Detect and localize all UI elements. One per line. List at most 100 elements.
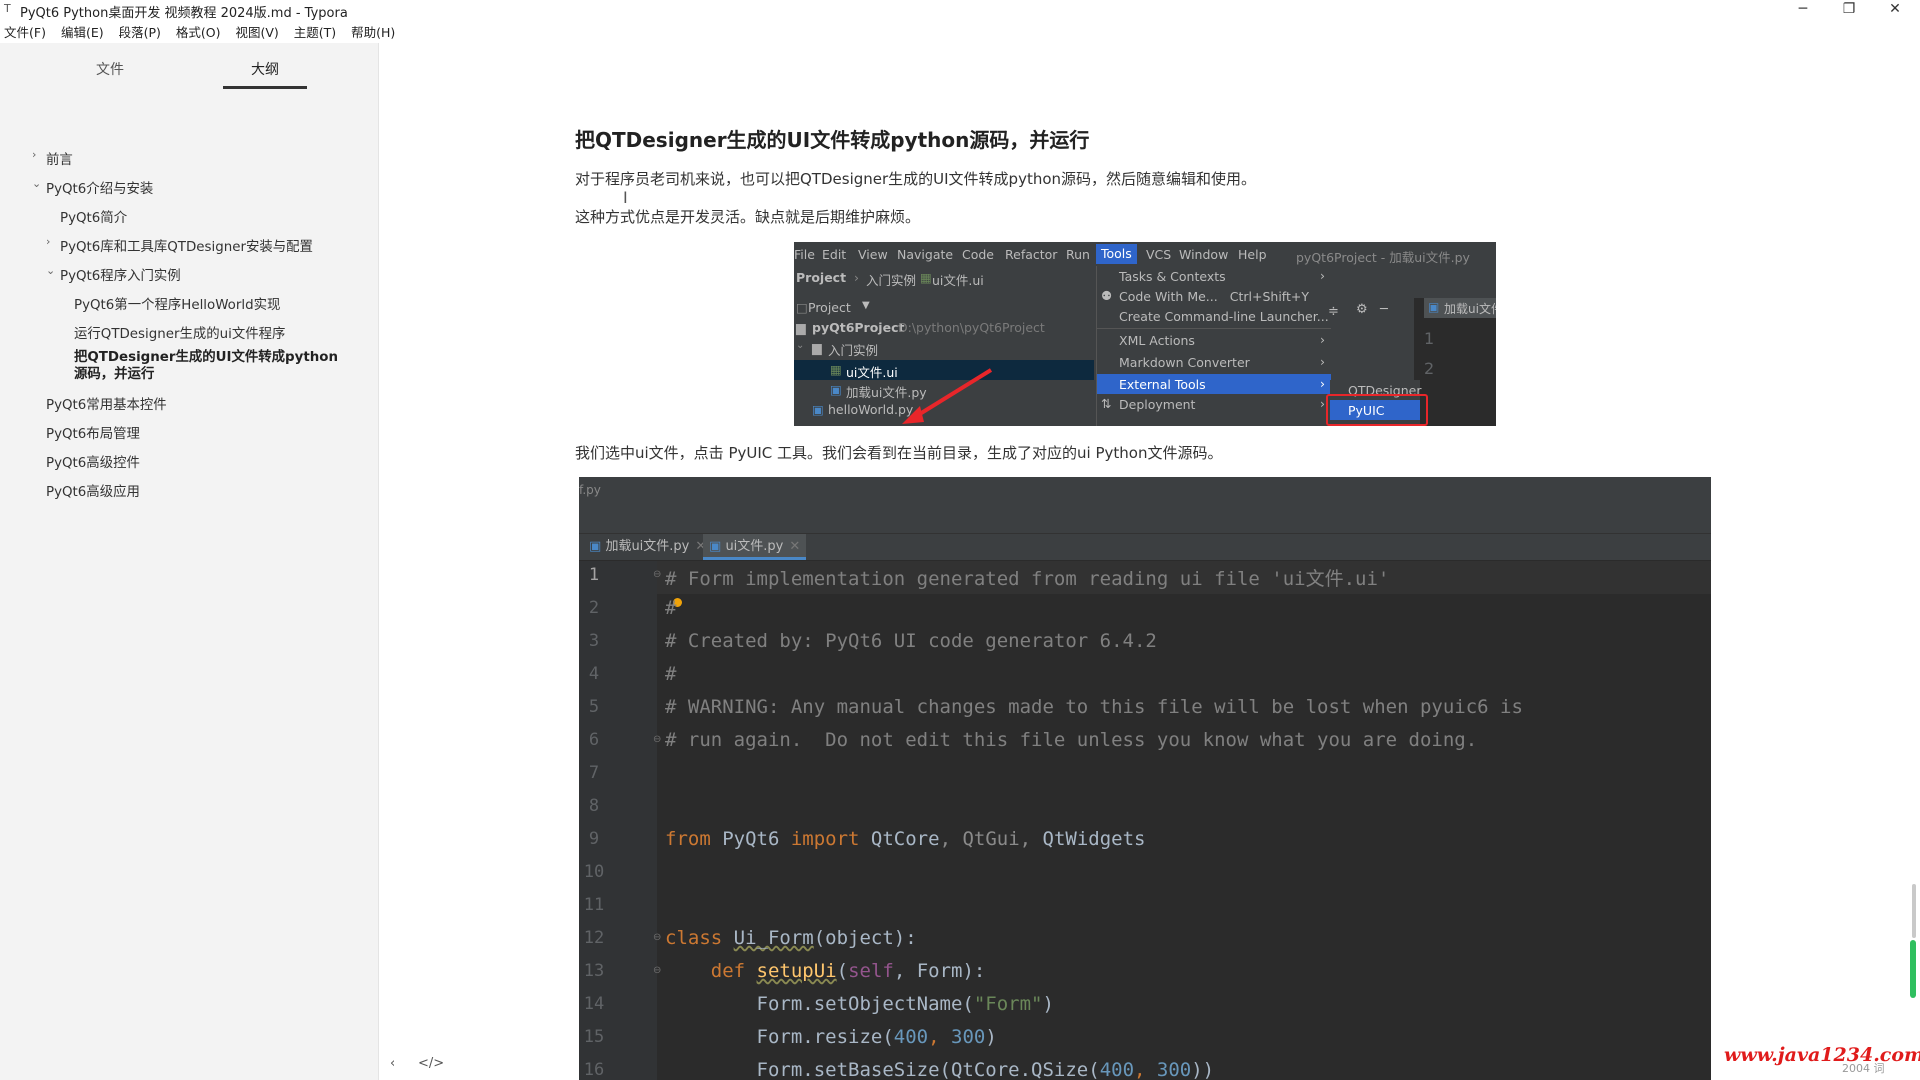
outline-item-active[interactable]: 把QTDesigner生成的UI文件转成python源码，并运行 [74, 349, 349, 383]
chevron-right-icon[interactable]: › [32, 148, 36, 161]
outline-item[interactable]: › 前言 [32, 148, 73, 168]
chevron-down-icon[interactable]: ⌄ [32, 177, 41, 190]
ide-menu-item: File [794, 247, 815, 262]
code-token: ) [1042, 993, 1054, 1015]
red-highlight-box [1326, 394, 1428, 426]
folder-icon: ▆ [812, 340, 822, 355]
ide-dropdown-shortcut: Ctrl+Shift+Y [1229, 289, 1309, 304]
code-line: # Created by: PyQt6 UI code generator 6.… [665, 630, 1157, 652]
collapse-sidebar-icon[interactable]: ‹ [390, 1056, 395, 1071]
ide-dropdown-item-highlighted: External Tools › [1097, 374, 1331, 394]
code-token: , QtGui, [939, 828, 1043, 850]
red-arrow-icon [902, 368, 993, 424]
code-token: QtWidgets [1042, 828, 1146, 850]
menu-paragraph[interactable]: 段落(P) [119, 22, 161, 41]
ide-tree-label: pyQt6Project [812, 320, 905, 335]
fold-marker-icon: ⊖ [653, 734, 662, 745]
source-code-mode-icon[interactable]: </> [418, 1056, 444, 1071]
ide-breadcrumb: 入门实例 [866, 273, 917, 288]
menu-edit[interactable]: 编辑(E) [61, 22, 104, 41]
people-icon: ⚉ [1101, 288, 1113, 303]
code-token: , Form): [893, 960, 986, 982]
line-number: 8 [588, 796, 600, 816]
ide-tree-item: ▆ pyQt6Project D:\python\pyQt6Project [794, 320, 1094, 338]
editor-tabs: ▣ 加载ui文件.py ✕ ▣ ui文件.py ✕ [579, 534, 1711, 561]
ide-project-panel: □ Project ▼ ▆ pyQt6Project D:\python\pyQ… [794, 298, 1094, 426]
gear-icon: ⚙ [1356, 302, 1368, 317]
code-token: ( [836, 960, 849, 982]
close-button[interactable]: ✕ [1872, 0, 1918, 20]
editor-tab-active: ▣ ui文件.py ✕ [703, 534, 807, 560]
restore-button[interactable]: ❐ [1826, 0, 1872, 20]
chevron-right-icon: › [1320, 354, 1325, 369]
code-line: # run again. Do not edit this file unles… [665, 729, 1478, 751]
scrollbar-track[interactable] [1912, 884, 1916, 938]
code-token: 400 [1099, 1059, 1135, 1080]
code-line: def setupUi(self, Form): [665, 960, 986, 982]
code-token: from [665, 828, 711, 850]
ide-editor-tab-label: 加载ui文件 [1444, 302, 1496, 316]
ide-editor-tab: ▣ 加载ui文件 [1424, 298, 1496, 318]
text-cursor-icon: I [623, 188, 628, 207]
outline-item[interactable]: PyQt6常用基本控件 [46, 393, 167, 413]
ide-tree-label: ui文件.ui [846, 365, 898, 380]
chevron-right-icon[interactable]: › [46, 235, 50, 248]
code-token: 300 [1156, 1059, 1192, 1080]
line-number: 15 [583, 1027, 605, 1047]
tab-files[interactable]: 文件 [68, 59, 152, 79]
outline-item-label: 把QTDesigner生成的UI文件转成python源码，并运行 [74, 350, 339, 382]
code-token: )) [1191, 1059, 1215, 1080]
outline-item[interactable]: PyQt6布局管理 [46, 422, 140, 442]
code-token: Form.resize( [756, 1026, 894, 1048]
outline-item[interactable]: 运行QTDesigner生成的ui文件程序 [74, 322, 285, 342]
code-line: Form.setObjectName("Form") [665, 993, 1054, 1015]
line-number: 10 [583, 862, 605, 882]
outline-item[interactable]: PyQt6第一个程序HelloWorld实现 [74, 293, 280, 313]
outline-item[interactable]: PyQt6高级控件 [46, 451, 140, 471]
code-token: Form.setBaseSize(QtCore.QSize( [756, 1059, 1100, 1080]
chevron-right-icon: › [1320, 376, 1325, 391]
line-number: 14 [583, 994, 605, 1014]
code-line: Form.resize(400, 300) [665, 1026, 997, 1048]
outline-item[interactable]: PyQt6简介 [60, 206, 127, 226]
ide-menu-item: VCS [1146, 247, 1172, 262]
equalizer-icon: ≑ [1328, 304, 1339, 319]
word-count[interactable]: 2004 词 [1842, 1060, 1885, 1076]
code-token: "Form" [973, 993, 1043, 1015]
ide-dropdown-label: Code With Me... [1119, 289, 1218, 304]
editor-tab-label: 加载ui文件.py [605, 539, 690, 554]
fold-marker-icon: ⊖ [653, 965, 662, 976]
outline-item[interactable]: PyQt6高级应用 [46, 480, 140, 500]
line-number: 13 [583, 961, 605, 981]
scrollbar-thumb[interactable] [1910, 940, 1916, 998]
menu-theme[interactable]: 主题(T) [294, 22, 336, 41]
ide-line-numbers: 1 2 [1424, 324, 1434, 384]
outline-item[interactable]: ⌄ PyQt6程序入门实例 [46, 264, 181, 284]
menu-format[interactable]: 格式(O) [176, 22, 221, 41]
ide-project-label: Project [808, 300, 851, 315]
ide-menu-item-selected: Tools [1096, 244, 1137, 264]
menu-view[interactable]: 视图(V) [235, 22, 278, 41]
sidebar-tabs: 文件 大纲 [0, 55, 378, 89]
ide-tree-label: 入门实例 [828, 343, 879, 358]
deploy-icon: ⇅ [1101, 396, 1112, 411]
ide-dropdown-label: XML Actions [1119, 333, 1195, 348]
ide-window-title: pyQt6Project - 加载ui文件.py [1296, 250, 1470, 265]
ide-menu-item: Code [962, 247, 995, 262]
ide-tools-dropdown: Tasks & Contexts › ⚉ Code With Me... Ctr… [1096, 266, 1331, 426]
chevron-down-icon[interactable]: ⌄ [46, 264, 55, 277]
ide-dropdown-item: Create Command-line Launcher... [1097, 306, 1331, 326]
ide-menu-item: Navigate [897, 247, 954, 262]
ide-tool-icons: ≑ ⚙ ─ [1328, 302, 1412, 322]
minimize-button[interactable]: ─ [1780, 0, 1826, 20]
menu-file[interactable]: 文件(F) [4, 22, 46, 41]
paragraph: 我们选中ui文件，点击 PyUIC 工具。我们会看到在当前目录，生成了对应的ui… [575, 444, 1223, 462]
menu-help[interactable]: 帮助(H) [351, 22, 395, 41]
outline-item[interactable]: ⌄ PyQt6介绍与安装 [32, 177, 153, 197]
tab-outline[interactable]: 大纲 [223, 59, 307, 89]
line-number: 3 [588, 631, 600, 651]
ide-menu-item: Refactor [1005, 247, 1058, 262]
outline-item[interactable]: › PyQt6库和工具库QTDesigner安装与配置 [46, 235, 313, 255]
line-number: 12 [583, 928, 605, 948]
python-file-icon: ▣ [589, 539, 602, 554]
